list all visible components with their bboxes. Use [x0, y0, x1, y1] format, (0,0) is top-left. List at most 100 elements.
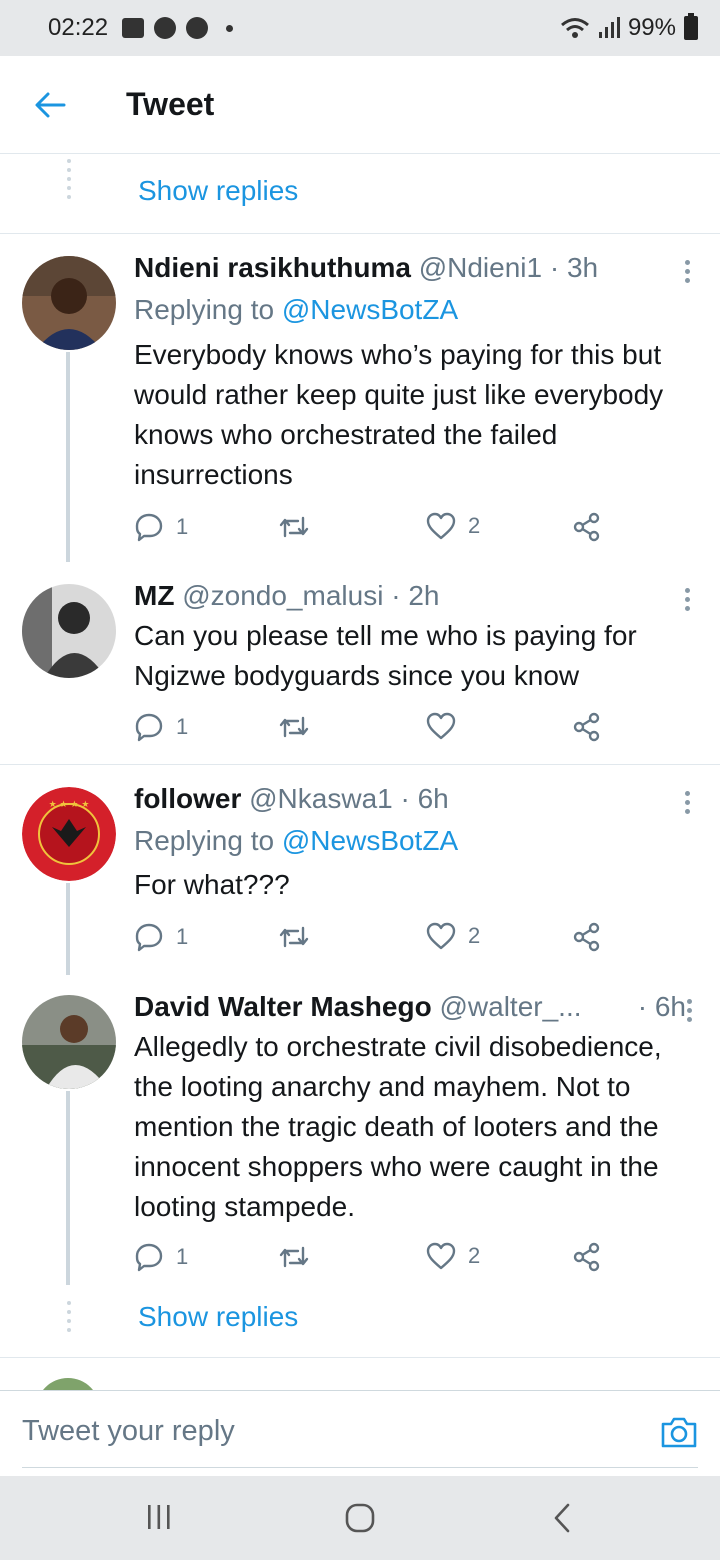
share-button[interactable] — [572, 1242, 602, 1272]
recent-apps-icon — [148, 1505, 170, 1529]
tweet-header: Ndieni rasikhuthuma @Ndieni1 · 3h — [134, 252, 599, 283]
gallery-icon — [122, 18, 145, 38]
status-bar: 02:22 99% — [0, 0, 720, 56]
thread-line — [66, 883, 70, 975]
show-replies-row: Show replies — [0, 1285, 720, 1357]
user-name[interactable]: MZ — [134, 580, 174, 611]
user-handle[interactable]: @walter_... — [439, 991, 581, 1022]
user-name[interactable]: David Walter Mashego — [134, 991, 432, 1022]
camera-icon — [661, 1417, 697, 1448]
tweet-text: Allegedly to orchestrate civil disobedie… — [134, 1031, 662, 1222]
replying-handle-link[interactable]: @NewsBotZA — [282, 294, 458, 325]
retweet-icon — [279, 716, 309, 738]
replying-to: Replying to @NewsBotZA — [134, 294, 458, 326]
reply-button[interactable]: 1 — [134, 512, 188, 542]
like-button[interactable] — [426, 712, 468, 740]
reply-button[interactable]: 1 — [134, 1242, 188, 1272]
show-replies-link[interactable]: Show replies — [138, 175, 298, 207]
avatar[interactable]: ★ ★ ★ ★ — [22, 787, 116, 881]
tweet[interactable]: ★ ★ ★ ★ follower @Nkaswa1 · 6h Replying … — [0, 765, 720, 975]
chevron-left-icon — [554, 1503, 570, 1533]
like-button[interactable]: 2 — [426, 922, 480, 950]
tweet-reply-input[interactable]: Tweet your reply — [22, 1415, 235, 1448]
home-button[interactable] — [344, 1502, 376, 1539]
status-time: 02:22 — [48, 14, 109, 41]
like-button[interactable]: 2 — [426, 512, 480, 540]
avatar[interactable] — [22, 995, 116, 1089]
reply-icon — [135, 713, 163, 742]
camera-button[interactable] — [660, 1415, 698, 1454]
avatar[interactable] — [22, 256, 116, 350]
reply-icon — [135, 923, 163, 952]
thread-line — [66, 352, 70, 562]
back-nav-button[interactable] — [552, 1502, 572, 1539]
retweet-button[interactable] — [278, 712, 322, 742]
retweet-button[interactable] — [278, 1242, 322, 1272]
recent-apps-button[interactable] — [146, 1502, 172, 1537]
heart-icon — [426, 712, 456, 740]
show-replies-row: Show replies — [0, 155, 720, 233]
show-replies-link[interactable]: Show replies — [138, 1301, 298, 1333]
reply-icon — [135, 513, 163, 542]
like-button[interactable]: 2 — [426, 1242, 480, 1270]
tweet-time: 3h — [566, 252, 599, 283]
notification-icons — [122, 17, 234, 39]
tweet-actions: 1 2 — [134, 1242, 614, 1274]
retweet-icon — [279, 1246, 309, 1268]
share-button[interactable] — [572, 712, 602, 742]
chrome-icon — [154, 17, 177, 39]
reply-button[interactable]: 1 — [134, 922, 188, 952]
share-icon — [573, 712, 600, 742]
heart-icon — [426, 512, 456, 540]
page-title: Tweet — [126, 86, 215, 122]
replying-label: Replying to — [134, 825, 275, 856]
reply-composer: Tweet your reply — [0, 1390, 720, 1476]
tweet[interactable]: MZ @zondo_malusi · 2h Can you please tel… — [0, 562, 720, 762]
reply-count: 1 — [176, 924, 189, 949]
tweet-time: 6h — [417, 783, 449, 814]
share-icon — [573, 922, 600, 952]
user-name[interactable]: follower — [134, 783, 241, 814]
reply-button[interactable]: 1 — [134, 712, 188, 742]
wifi-icon — [560, 18, 589, 38]
user-handle[interactable]: @zondo_malusi — [182, 580, 383, 611]
reply-count: 1 — [176, 1244, 189, 1269]
retweet-button[interactable] — [278, 922, 322, 952]
more-options-icon[interactable] — [684, 999, 694, 1026]
replying-handle-link[interactable]: @NewsBotZA — [282, 825, 458, 856]
input-underline — [22, 1467, 698, 1468]
tweet[interactable]: Ndieni rasikhuthuma @Ndieni1 · 3h Replyi… — [0, 234, 720, 562]
share-button[interactable] — [572, 512, 602, 542]
thread-dots-icon — [67, 1301, 71, 1337]
tweet-actions: 1 2 — [134, 512, 614, 544]
like-count: 2 — [468, 923, 481, 948]
chrome-icon — [186, 17, 209, 39]
reply-count: 1 — [176, 514, 189, 539]
heart-icon — [426, 922, 456, 950]
tweet[interactable]: David Walter Mashego @walter_... · 6h Al… — [0, 975, 720, 1285]
user-handle[interactable]: @Nkaswa1 — [249, 783, 393, 814]
tweet-actions: 1 2 — [134, 922, 614, 954]
retweet-icon — [279, 516, 309, 538]
tweet-time: 2h — [408, 580, 440, 611]
svg-text:★ ★ ★ ★: ★ ★ ★ ★ — [49, 800, 90, 810]
battery-percent: 99% — [627, 14, 676, 41]
share-button[interactable] — [572, 922, 602, 952]
more-options-icon[interactable] — [682, 588, 692, 615]
more-options-icon[interactable] — [682, 260, 692, 287]
more-options-icon[interactable] — [682, 791, 692, 818]
back-button[interactable] — [0, 56, 100, 154]
thread-line — [66, 1091, 70, 1285]
thread-dots-icon — [67, 159, 71, 204]
tweet-text: Can you please tell me who is paying for… — [134, 620, 637, 691]
user-handle[interactable]: @Ndieni1 — [419, 252, 542, 283]
avatar[interactable] — [22, 584, 116, 678]
user-name[interactable]: Ndieni rasikhuthuma — [134, 252, 411, 283]
share-icon — [573, 512, 600, 542]
retweet-button[interactable] — [278, 512, 322, 542]
arrow-left-icon — [35, 92, 66, 117]
tweet-actions: 1 — [134, 712, 614, 744]
tweet-text: Everybody knows who’s paying for this bu… — [134, 339, 664, 490]
more-notifications-icon — [226, 24, 234, 32]
partial-avatar — [36, 1378, 100, 1390]
